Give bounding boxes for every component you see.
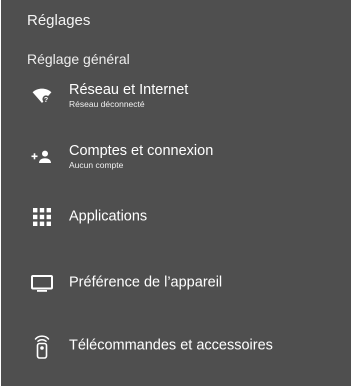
page-title: Réglages (27, 12, 91, 29)
settings-panel: Réglages Réglage général ? Réseau et Int… (1, 0, 351, 386)
svg-text:?: ? (44, 97, 48, 104)
menu-item-remotes-accessories[interactable]: Télécommandes et accessoires (27, 319, 345, 373)
wifi-off-icon: ? (27, 82, 57, 110)
tv-icon (27, 269, 57, 297)
menu-item-label: Réseau et Internet (69, 82, 189, 98)
menu-item-sublabel: Aucun compte (69, 160, 124, 170)
menu-item-label: Comptes et connexion (69, 143, 214, 159)
menu-item-network[interactable]: ? Réseau et Internet Réseau déconnecté (27, 69, 345, 123)
menu-item-label: Préférence de l’appareil (69, 274, 223, 291)
section-title: Réglage général (27, 51, 130, 67)
add-account-icon (27, 143, 57, 171)
apps-grid-icon (27, 203, 57, 231)
menu-item-accounts[interactable]: Comptes et connexion Aucun compte (27, 130, 345, 184)
menu-item-label: Télécommandes et accessoires (69, 337, 273, 354)
remote-icon (27, 332, 57, 360)
menu-item-sublabel: Réseau déconnecté (69, 99, 145, 109)
menu-item-applications[interactable]: Applications (27, 190, 345, 244)
menu-item-label: Applications (69, 208, 148, 225)
menu-item-device-preferences[interactable]: Préférence de l’appareil (27, 256, 345, 310)
